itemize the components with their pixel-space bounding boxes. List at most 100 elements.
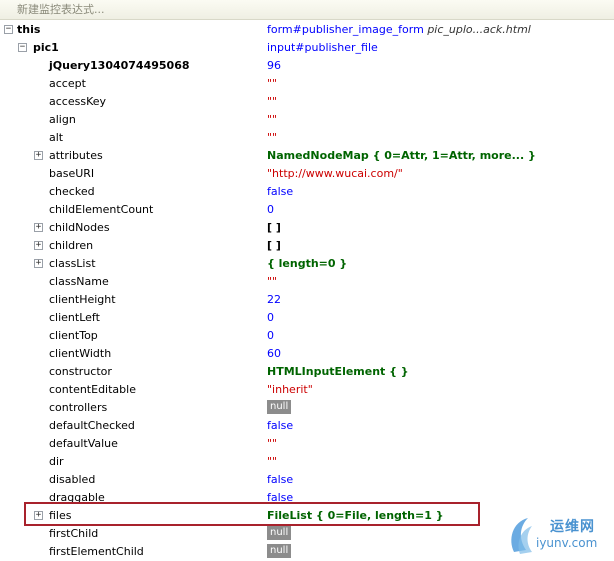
watch-row-checked[interactable]: checked false: [0, 183, 614, 201]
watch-row-clientwidth[interactable]: clientWidth 60: [0, 345, 614, 363]
value-text: NamedNodeMap { 0=Attr, 1=Attr, more... }: [267, 149, 536, 162]
property-value: null: [267, 399, 292, 417]
property-value: input#publisher_file: [267, 39, 378, 57]
property-value: [ ]: [267, 219, 281, 237]
watch-row-constructor[interactable]: constructor HTMLInputElement { }: [0, 363, 614, 381]
property-name: clientHeight: [49, 293, 116, 306]
property-name: childNodes: [49, 221, 110, 234]
watch-row-clienttop[interactable]: clientTop 0: [0, 327, 614, 345]
watch-row-draggable[interactable]: draggable false: [0, 489, 614, 507]
property-name: clientTop: [49, 329, 98, 342]
value-text: 60: [267, 347, 281, 360]
null-badge: null: [267, 544, 292, 558]
property-value: false: [267, 471, 293, 489]
value-text: "": [267, 113, 278, 126]
watch-row-clientleft[interactable]: clientLeft 0: [0, 309, 614, 327]
property-value: 60: [267, 345, 281, 363]
watch-row-this[interactable]: − this form#publisher_image_form pic_uplo.…: [0, 21, 614, 39]
expand-icon[interactable]: +: [34, 511, 43, 520]
watch-row-contenteditable[interactable]: contentEditable "inherit": [0, 381, 614, 399]
watch-row-dir[interactable]: dir "": [0, 453, 614, 471]
collapse-icon[interactable]: −: [18, 43, 27, 52]
expand-icon[interactable]: +: [34, 241, 43, 250]
expand-icon[interactable]: +: [34, 259, 43, 268]
property-value: "http://www.wucai.com/": [267, 165, 403, 183]
value-text: [ ]: [267, 239, 281, 252]
property-value[interactable]: HTMLInputElement { }: [267, 363, 409, 381]
property-name: dir: [49, 455, 64, 468]
value-text: input#publisher_file: [267, 41, 378, 54]
property-name: pic1: [33, 41, 59, 54]
value-text: false: [267, 185, 294, 198]
expand-icon[interactable]: +: [34, 151, 43, 160]
property-value: false: [267, 183, 293, 201]
watch-row-childnodes[interactable]: + childNodes [ ]: [0, 219, 614, 237]
value-text: [ ]: [267, 221, 281, 234]
watch-row-childelementcount[interactable]: childElementCount 0: [0, 201, 614, 219]
property-name: jQuery1304074495068: [49, 59, 190, 72]
property-value[interactable]: { length=0 }: [267, 255, 347, 273]
watch-row-baseuri[interactable]: baseURI "http://www.wucai.com/": [0, 165, 614, 183]
property-name: draggable: [49, 491, 105, 504]
watch-row-classlist[interactable]: + classList { length=0 }: [0, 255, 614, 273]
value-text: 0: [267, 329, 274, 342]
property-name: contentEditable: [49, 383, 136, 396]
property-name: firstElementChild: [49, 545, 144, 558]
value-text: 22: [267, 293, 281, 306]
watch-row-disabled[interactable]: disabled false: [0, 471, 614, 489]
property-value: 0: [267, 201, 274, 219]
value-text: HTMLInputElement { }: [267, 365, 409, 378]
watch-row-jquery1304074495068[interactable]: jQuery1304074495068 96: [0, 57, 614, 75]
watch-row-firstchild[interactable]: firstChild null: [0, 525, 614, 543]
property-name: controllers: [49, 401, 108, 414]
property-value: false: [267, 417, 293, 435]
property-value: [ ]: [267, 237, 281, 255]
property-value[interactable]: NamedNodeMap { 0=Attr, 1=Attr, more... }: [267, 147, 536, 165]
property-value: form#publisher_image_form pic_uplo...ack…: [267, 21, 531, 39]
watch-row-children[interactable]: + children [ ]: [0, 237, 614, 255]
property-value[interactable]: FileList { 0=File, length=1 }: [267, 507, 444, 525]
value-text: 0: [267, 311, 274, 324]
property-value: "": [267, 93, 277, 111]
source-link[interactable]: pic_uplo...ack.html: [427, 23, 531, 36]
expand-icon[interactable]: +: [34, 223, 43, 232]
watch-row-attributes[interactable]: + attributes NamedNodeMap { 0=Attr, 1=Attr…: [0, 147, 614, 165]
property-value: "": [267, 129, 277, 147]
watch-row-align[interactable]: align "": [0, 111, 614, 129]
property-name: align: [49, 113, 76, 126]
watch-row-accept[interactable]: accept "": [0, 75, 614, 93]
value-text: "http://www.wucai.com/": [267, 167, 403, 180]
watch-row-classname[interactable]: className "": [0, 273, 614, 291]
watch-row-alt[interactable]: alt "": [0, 129, 614, 147]
watch-row-files[interactable]: + files FileList { 0=File, length=1 }: [0, 507, 614, 525]
value-text: "": [267, 95, 278, 108]
watch-row-defaultvalue[interactable]: defaultValue "": [0, 435, 614, 453]
null-badge: null: [267, 400, 292, 414]
value-text: false: [267, 473, 294, 486]
watch-row-accesskey[interactable]: accessKey "": [0, 93, 614, 111]
value-text: "": [267, 437, 278, 450]
property-name: baseURI: [49, 167, 95, 180]
property-name: constructor: [49, 365, 112, 378]
property-name: firstChild: [49, 527, 99, 540]
property-value: "inherit": [267, 381, 313, 399]
collapse-icon[interactable]: −: [4, 25, 13, 34]
watch-row-controllers[interactable]: controllers null: [0, 399, 614, 417]
watch-tree: − this form#publisher_image_form pic_uplo.…: [0, 21, 614, 561]
property-value: null: [267, 525, 292, 543]
property-name: files: [49, 509, 72, 522]
property-value: "": [267, 435, 277, 453]
property-value: 0: [267, 309, 274, 327]
value-text: "": [267, 275, 278, 288]
watch-row-clientheight[interactable]: clientHeight 22: [0, 291, 614, 309]
property-name: checked: [49, 185, 95, 198]
property-name: defaultValue: [49, 437, 118, 450]
new-watch-expression-input[interactable]: 新建监控表达式...: [0, 0, 614, 20]
property-name: disabled: [49, 473, 96, 486]
value-text: "": [267, 77, 278, 90]
watch-row-firstelementchild[interactable]: firstElementChild null: [0, 543, 614, 561]
watch-row-pic1[interactable]: − pic1 input#publisher_file: [0, 39, 614, 57]
value-text: false: [267, 419, 294, 432]
value-text: FileList { 0=File, length=1 }: [267, 509, 444, 522]
watch-row-defaultchecked[interactable]: defaultChecked false: [0, 417, 614, 435]
